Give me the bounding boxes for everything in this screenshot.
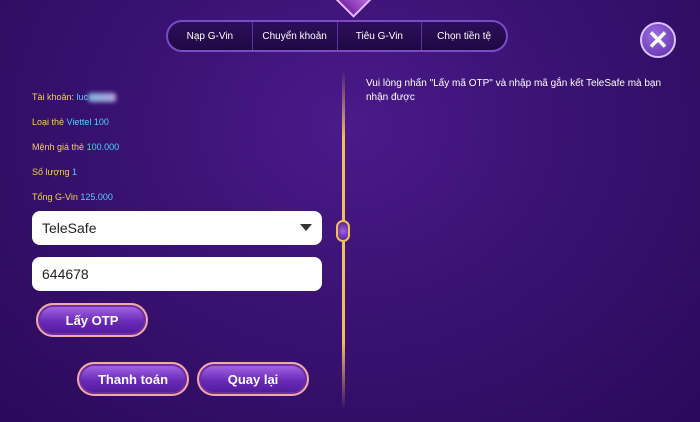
otp-notice: Vui lòng nhấn "Lấy mã OTP" và nhập mã gắ… xyxy=(366,78,662,103)
get-otp-label: Lấy OTP xyxy=(65,312,119,328)
quantity-label: Số lượng xyxy=(32,167,70,177)
account-blur xyxy=(88,93,117,103)
tab-bar: Nạp G-Vin Chuyển khoản Tiêu G-Vin Chọn t… xyxy=(166,20,508,52)
tab-nap-gvin[interactable]: Nạp G-Vin xyxy=(168,22,253,50)
total-label: Tổng G-Vin xyxy=(32,192,78,202)
card-type-value: Viettel 100 xyxy=(66,117,109,127)
quantity-row: Số lượng 1 xyxy=(32,167,77,177)
back-button[interactable]: Quay lại xyxy=(197,362,309,396)
divider-gem xyxy=(336,220,350,242)
account-row: Tài khoản: luc xyxy=(32,92,117,103)
face-value-row: Mệnh giá thẻ 100.000 xyxy=(32,142,119,152)
top-ornament xyxy=(325,0,375,18)
method-select[interactable]: TeleSafe xyxy=(32,211,322,245)
account-label: Tài khoản: xyxy=(32,92,75,102)
close-button[interactable]: ✕ xyxy=(640,22,676,58)
tab-tieu-gvin[interactable]: Tiêu G-Vin xyxy=(338,22,423,50)
pay-label: Thanh toán xyxy=(97,371,169,387)
card-type-row: Loại thẻ Viettel 100 xyxy=(32,117,109,127)
pay-button[interactable]: Thanh toán xyxy=(77,362,189,396)
dropdown-arrow-icon xyxy=(300,224,312,231)
card-type-label: Loại thẻ xyxy=(32,117,65,127)
account-value: luc xyxy=(76,92,89,102)
total-row: Tổng G-Vin 125.000 xyxy=(32,192,113,202)
get-otp-button[interactable]: Lấy OTP xyxy=(36,303,148,337)
face-value-label: Mệnh giá thẻ xyxy=(32,142,85,152)
close-icon: ✕ xyxy=(647,25,669,55)
tab-chon-tien-te[interactable]: Chọn tiền tệ xyxy=(422,22,506,50)
tab-chuyen-khoan[interactable]: Chuyển khoản xyxy=(253,22,338,50)
face-value-value: 100.000 xyxy=(86,142,120,152)
total-value: 125.000 xyxy=(80,192,113,202)
quantity-value: 1 xyxy=(71,167,77,177)
back-label: Quay lại xyxy=(227,371,279,387)
method-select-value: TeleSafe xyxy=(42,220,97,236)
otp-input[interactable] xyxy=(32,257,322,291)
